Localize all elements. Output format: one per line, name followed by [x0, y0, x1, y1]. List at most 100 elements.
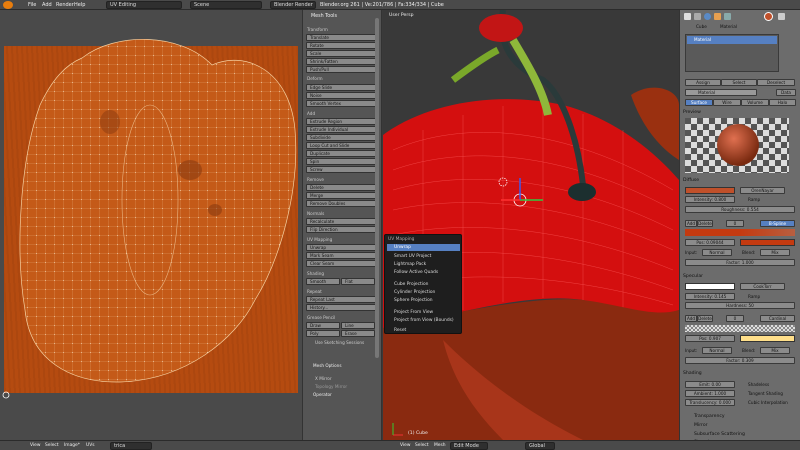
noise-button[interactable]: Noise	[306, 92, 376, 99]
operator-header[interactable]: Operator	[313, 392, 332, 397]
grease-poly-button[interactable]: Poly	[306, 330, 340, 337]
smooth-vertex-button[interactable]: Smooth Vertex	[306, 100, 376, 107]
material-slot-selected[interactable]: Material	[687, 36, 777, 44]
menu-help[interactable]: Help	[74, 2, 85, 8]
hardness-field[interactable]: Hardness: 50	[685, 302, 795, 309]
assign-button[interactable]: Assign	[685, 79, 721, 86]
ramp-factor-field[interactable]: Factor: 1.000	[685, 259, 795, 266]
specular-ramp-bar[interactable]	[685, 325, 795, 332]
texture-tab-icon[interactable]	[778, 13, 785, 20]
spec-ramp-delete-button[interactable]: Delete	[697, 315, 713, 322]
blender-logo-icon[interactable]	[3, 1, 13, 9]
spec-ramp-interpolation-selector[interactable]: Cardinal	[760, 315, 795, 322]
specular-shader-selector[interactable]: CookTorr	[740, 283, 785, 290]
uv-image-menu[interactable]: Image*	[64, 443, 80, 448]
world-tab-icon[interactable]	[704, 13, 711, 20]
rotate-button[interactable]: Rotate	[306, 42, 376, 49]
uv-mesh-overlay[interactable]	[0, 10, 302, 440]
menu-item-project-from-view[interactable]: Project From View	[394, 310, 433, 315]
menu-item-unwrap[interactable]: Unwrap	[394, 245, 411, 250]
screen-layout-selector[interactable]: UV Editing	[106, 1, 182, 9]
specular-intensity-field[interactable]: Intensity: 0.145	[685, 293, 735, 300]
loop-cut-button[interactable]: Loop Cut and Slide	[306, 142, 376, 149]
ramp-color-swatch[interactable]	[740, 239, 795, 246]
extrude-individual-button[interactable]: Extrude Individual	[306, 126, 376, 133]
x-mirror-checkbox[interactable]: X Mirror	[315, 376, 332, 381]
surface-tab[interactable]: Surface	[685, 99, 713, 106]
volume-tab[interactable]: Volume	[741, 99, 769, 106]
mark-seam-button[interactable]: Mark Seam	[306, 252, 376, 259]
specular-panel-header[interactable]: Specular	[683, 274, 703, 279]
modifier-tab-icon[interactable]	[724, 13, 731, 20]
grease-line-button[interactable]: Line	[341, 322, 375, 329]
spin-button[interactable]: Spin	[306, 158, 376, 165]
shadeless-checkbox[interactable]: Shadeless	[748, 382, 769, 387]
wire-tab[interactable]: Wire	[713, 99, 741, 106]
view3d-view-menu[interactable]: View	[400, 443, 410, 448]
mode-selector[interactable]: Edit Mode	[450, 442, 488, 450]
orientation-selector[interactable]: Global	[525, 442, 555, 450]
menu-render[interactable]: Render	[56, 2, 74, 8]
3d-viewport[interactable]: User Persp (1) Cube	[383, 10, 679, 440]
translate-button[interactable]: Translate	[306, 34, 376, 41]
diffuse-shader-selector[interactable]: OrenNayar	[740, 187, 785, 194]
tangent-shading-checkbox[interactable]: Tangent Shading	[748, 391, 783, 396]
ramp-pos-field[interactable]: Pos: 0.09044	[685, 239, 735, 246]
deselect-button[interactable]: Deselect	[757, 79, 795, 86]
menu-item-project-from-view-bounds[interactable]: Project from View (Bounds)	[394, 318, 454, 323]
cubic-interpolation-checkbox[interactable]: Cubic Interpolation	[748, 400, 788, 405]
remove-doubles-button[interactable]: Remove Doubles	[306, 200, 376, 207]
menu-item-reset[interactable]: Reset	[394, 328, 406, 333]
sss-panel-header[interactable]: Subsurface Scattering	[694, 432, 745, 437]
uv-select-menu[interactable]: Select	[45, 443, 59, 448]
uv-view-menu[interactable]: View	[30, 443, 40, 448]
merge-button[interactable]: Merge	[306, 192, 376, 199]
specular-color-swatch[interactable]	[685, 283, 735, 290]
repeat-last-button[interactable]: Repeat Last	[306, 296, 376, 303]
spec-input-selector[interactable]: Normal	[702, 347, 732, 354]
ramp-input-selector[interactable]: Normal	[702, 249, 732, 256]
scene-selector[interactable]: Scene	[190, 1, 262, 9]
duplicate-button[interactable]: Duplicate	[306, 150, 376, 157]
view3d-mesh-menu[interactable]: Mesh	[434, 443, 446, 448]
shade-flat-button[interactable]: Flat	[341, 278, 375, 285]
select-button[interactable]: Select	[721, 79, 757, 86]
mirror-panel-header[interactable]: Mirror	[694, 423, 708, 428]
menu-add[interactable]: Add	[42, 2, 52, 8]
spec-ramp-add-button[interactable]: Add	[685, 315, 697, 322]
delete-button[interactable]: Delete	[306, 184, 376, 191]
spec-blend-selector[interactable]: Mix	[760, 347, 790, 354]
diffuse-panel-header[interactable]: Diffuse	[683, 178, 699, 183]
halo-tab[interactable]: Halo	[769, 99, 796, 106]
diffuse-ramp-checkbox[interactable]: Ramp	[748, 197, 760, 202]
roughness-field[interactable]: Roughness: 0.554	[685, 206, 795, 213]
menu-item-lightmap-pack[interactable]: Lightmap Pack	[394, 262, 426, 267]
render-engine-selector[interactable]: Blender Render	[270, 1, 316, 9]
spec-ramp-index-field[interactable]: 0	[726, 315, 744, 322]
material-slot-list[interactable]: Material	[685, 34, 779, 72]
viewport-scene[interactable]	[383, 10, 679, 440]
menu-item-smart-uv[interactable]: Smart UV Project	[394, 254, 431, 259]
push-pull-button[interactable]: Push/Pull	[306, 66, 376, 73]
mesh-tools-header[interactable]: Mesh Tools	[311, 14, 337, 19]
data-link-selector[interactable]: Data	[776, 89, 796, 96]
ramp-index-field[interactable]: 0	[726, 220, 744, 227]
translucency-field[interactable]: Translucency: 0.000	[685, 399, 735, 406]
menu-item-cylinder-projection[interactable]: Cylinder Projection	[394, 290, 435, 295]
emit-field[interactable]: Emit: 0.00	[685, 381, 735, 388]
uv-image-editor[interactable]	[0, 10, 302, 440]
subdivide-button[interactable]: Subdivide	[306, 134, 376, 141]
scale-button[interactable]: Scale	[306, 50, 376, 57]
material-name-field[interactable]: Material	[685, 89, 757, 96]
unwrap-button[interactable]: Unwrap	[306, 244, 376, 251]
history-button[interactable]: History...	[306, 304, 376, 311]
render-tab-icon[interactable]	[684, 13, 691, 20]
screw-button[interactable]: Screw	[306, 166, 376, 173]
recalculate-button[interactable]: Recalculate	[306, 218, 376, 225]
preview-panel-header[interactable]: Preview	[683, 110, 701, 115]
menu-item-sphere-projection[interactable]: Sphere Projection	[394, 298, 433, 303]
ramp-blend-selector[interactable]: Mix	[760, 249, 790, 256]
ramp-add-button[interactable]: Add	[685, 220, 697, 227]
topology-mirror-checkbox[interactable]: Topology Mirror	[315, 384, 347, 389]
diffuse-ramp-bar[interactable]	[685, 229, 795, 236]
